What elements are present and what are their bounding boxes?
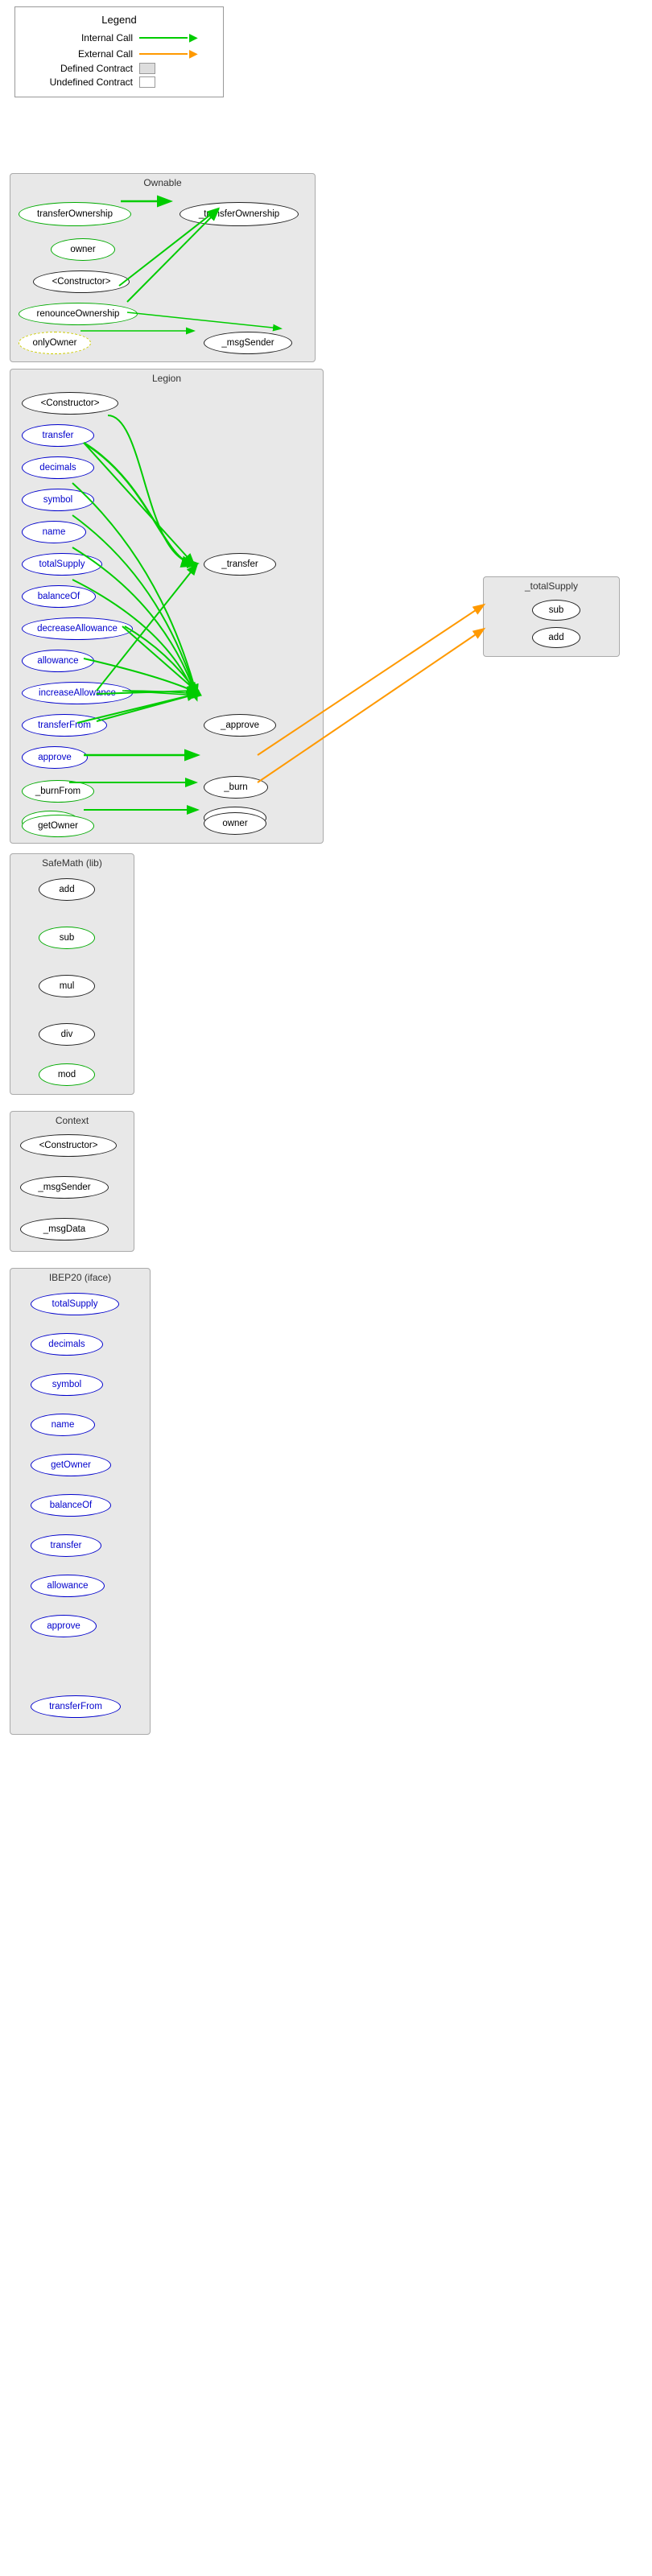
legend-undefined-label: Undefined Contract	[27, 76, 139, 88]
node-name-legion: name	[22, 521, 86, 543]
node-approve-ibep20: approve	[31, 1615, 97, 1637]
totalsupply-section: _totalSupply sub add	[483, 576, 620, 657]
legend-internal-label: Internal Call	[27, 32, 139, 43]
legend-row-external: External Call ▶	[27, 47, 212, 60]
legend-external-line	[139, 53, 188, 55]
node-allowance-legion: allowance	[22, 650, 94, 672]
node-mul-safemath: mul	[39, 975, 95, 997]
node-increaseAllowance: increaseAllowance	[22, 682, 133, 704]
context-section: Context <Constructor> _msgSender _msgDat…	[10, 1111, 134, 1252]
node-getOwner-legion: getOwner	[22, 815, 94, 837]
node-_msgSender-context: _msgSender	[20, 1176, 109, 1199]
node-decimals-legion: decimals	[22, 456, 94, 479]
node-sub-safemath: sub	[39, 927, 95, 949]
node-_burnFrom: _burnFrom	[22, 780, 94, 803]
node-_transferOwnership: _transferOwnership	[180, 202, 299, 226]
node-renounceOwnership: renounceOwnership	[19, 303, 138, 325]
legend-internal-arrow: ▶	[189, 31, 198, 44]
node-owner-ownable: owner	[51, 238, 115, 261]
node-transferFrom-legion: transferFrom	[22, 714, 107, 737]
node-_msgSender-ownable: _msgSender	[204, 332, 292, 354]
node-transfer-ibep20: transfer	[31, 1534, 101, 1557]
node-decimals-ibep20: decimals	[31, 1333, 103, 1356]
legend-external-label: External Call	[27, 48, 139, 60]
safemath-label: SafeMath (lib)	[10, 854, 134, 870]
node-transferOwnership: transferOwnership	[19, 202, 131, 226]
ibep20-label: IBEP20 (iface)	[10, 1269, 150, 1285]
node-_transfer: _transfer	[204, 553, 276, 576]
node-_burn: _burn	[204, 776, 268, 799]
legion-label: Legion	[10, 369, 323, 386]
ownable-section: Ownable transferOwnership _transferOwner…	[10, 173, 316, 362]
node-constructor-ownable: <Constructor>	[33, 270, 130, 293]
legend-title: Legend	[27, 14, 212, 26]
legend-undefined-icon	[139, 76, 155, 88]
totalsupply-label: _totalSupply	[484, 577, 619, 593]
node-decreaseAllowance: decreaseAllowance	[22, 617, 133, 640]
context-label: Context	[10, 1112, 134, 1128]
safemath-section: SafeMath (lib) add sub mul div mod	[10, 853, 134, 1095]
node-add-safemath: add	[39, 878, 95, 901]
ownable-label: Ownable	[10, 174, 315, 190]
node-onlyOwner: onlyOwner	[19, 332, 91, 354]
node-transferFrom-ibep20: transferFrom	[31, 1695, 121, 1718]
ibep20-section: IBEP20 (iface) totalSupply decimals symb…	[10, 1268, 151, 1735]
legend-row-internal: Internal Call ▶	[27, 31, 212, 44]
node-symbol-ibep20: symbol	[31, 1373, 103, 1396]
legend-row-undefined: Undefined Contract	[27, 76, 212, 88]
legend-internal-line	[139, 37, 188, 39]
node-totalSupply-legion: totalSupply	[22, 553, 102, 576]
node-balanceOf-ibep20: balanceOf	[31, 1494, 111, 1517]
node-totalSupply-ibep20: totalSupply	[31, 1293, 119, 1315]
node-transfer-legion: transfer	[22, 424, 94, 447]
legend-external-arrow: ▶	[189, 47, 198, 60]
node-name-ibep20: name	[31, 1414, 95, 1436]
legend-defined-label: Defined Contract	[27, 63, 139, 74]
legend-row-defined: Defined Contract	[27, 63, 212, 74]
legend-box: Legend Internal Call ▶ External Call ▶ D…	[14, 6, 224, 97]
legion-section: Legion <Constructor> transfer decimals s…	[10, 369, 324, 844]
node-_msgData-context: _msgData	[20, 1218, 109, 1241]
node-mod-safemath: mod	[39, 1063, 95, 1086]
node-symbol-legion: symbol	[22, 489, 94, 511]
node-balanceOf-legion: balanceOf	[22, 585, 96, 608]
node-div-safemath: div	[39, 1023, 95, 1046]
node-constructor-legion: <Constructor>	[22, 392, 118, 415]
node-approve-legion: approve	[22, 746, 88, 769]
node-sub-totalsupply: sub	[532, 600, 580, 621]
node-_approve: _approve	[204, 714, 276, 737]
node-add-totalsupply: add	[532, 627, 580, 648]
node-owner-legion: owner	[204, 812, 266, 835]
legend-defined-icon	[139, 63, 155, 74]
node-constructor-context: <Constructor>	[20, 1134, 117, 1157]
node-getOwner-ibep20: getOwner	[31, 1454, 111, 1476]
node-allowance-ibep20: allowance	[31, 1575, 105, 1597]
